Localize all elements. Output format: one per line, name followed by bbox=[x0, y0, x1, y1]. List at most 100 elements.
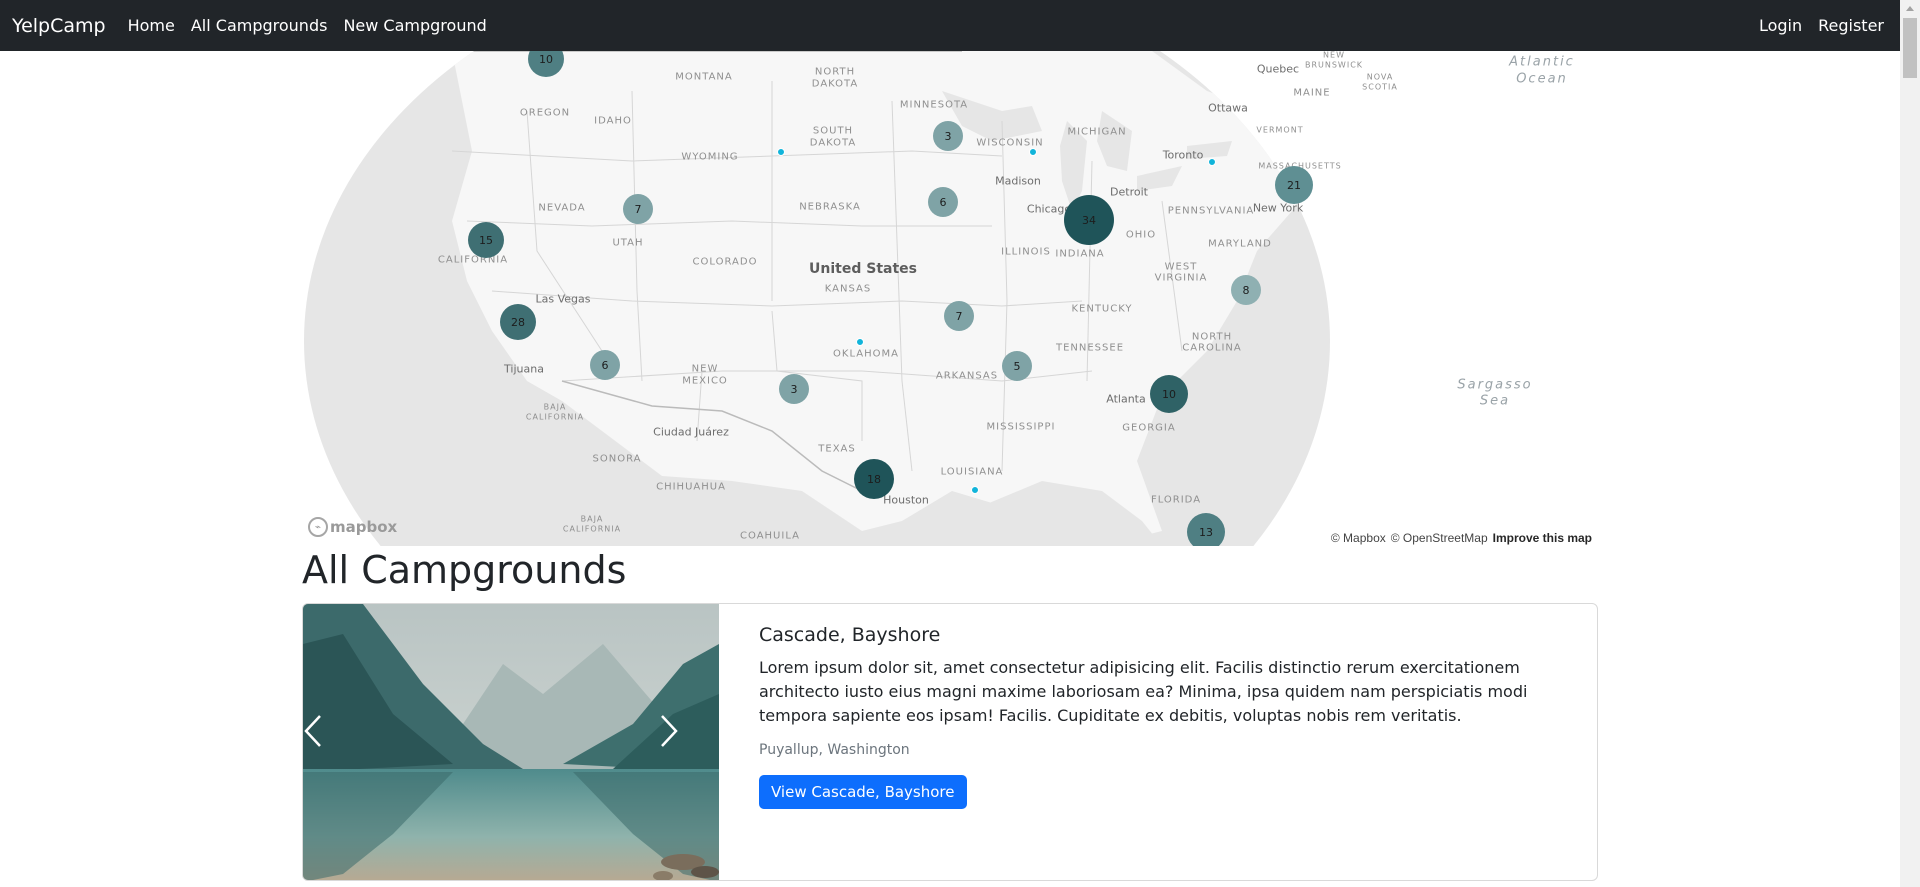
cluster-marker[interactable]: 28 bbox=[500, 304, 536, 340]
label-nova-scotia-1: NOVA bbox=[1366, 72, 1394, 82]
scroll-thumb[interactable] bbox=[1903, 18, 1917, 78]
mapbox-logo-text: mapbox bbox=[330, 518, 398, 536]
cluster-marker[interactable]: 3 bbox=[933, 121, 963, 151]
label-ottawa: Ottawa bbox=[1208, 101, 1248, 115]
label-nebraska: NEBRASKA bbox=[799, 201, 861, 213]
navbar: YelpCamp Home All Campgrounds New Campgr… bbox=[0, 0, 1900, 51]
brand-link[interactable]: YelpCamp bbox=[12, 15, 106, 37]
label-montana: MONTANA bbox=[675, 71, 733, 83]
view-campground-button[interactable]: View Cascade, Bayshore bbox=[759, 775, 967, 809]
label-wisconsin: WISCONSIN bbox=[976, 137, 1044, 149]
label-tennessee: TENNESSEE bbox=[1055, 342, 1125, 354]
label-kentucky: KENTUCKY bbox=[1071, 303, 1133, 315]
label-indiana: INDIANA bbox=[1055, 248, 1105, 260]
improve-map-link[interactable]: Improve this map bbox=[1493, 531, 1592, 545]
label-sonora: SONORA bbox=[592, 453, 642, 465]
label-pennsylvania: PENNSYLVANIA bbox=[1167, 205, 1255, 217]
campground-pin[interactable] bbox=[777, 148, 785, 156]
cluster-map[interactable]: MONTANA NORTH DAKOTA SOUTH DAKOTA MINNES… bbox=[302, 51, 1598, 546]
scroll-up-icon[interactable] bbox=[1900, 0, 1920, 17]
campground-title: Cascade, Bayshore bbox=[759, 624, 941, 646]
label-south-dakota-1: SOUTH bbox=[812, 125, 854, 137]
nav-login[interactable]: Login bbox=[1759, 16, 1802, 35]
label-georgia: GEORGIA bbox=[1122, 422, 1176, 434]
label-ohio: OHIO bbox=[1125, 229, 1157, 241]
label-oregon: OREGON bbox=[519, 107, 571, 119]
label-toronto: Toronto bbox=[1162, 148, 1204, 162]
label-maine: MAINE bbox=[1293, 87, 1331, 99]
campground-pin[interactable] bbox=[856, 338, 864, 346]
label-north-carolina-1: NORTH bbox=[1191, 331, 1233, 343]
nav-new-campground[interactable]: New Campground bbox=[343, 16, 486, 35]
label-nova-scotia-2: SCOTIA bbox=[1362, 82, 1398, 92]
label-united-states: United States bbox=[809, 261, 917, 277]
label-atlanta: Atlanta bbox=[1106, 392, 1146, 406]
label-new-mexico-1: NEW bbox=[691, 363, 719, 375]
label-florida: FLORIDA bbox=[1150, 494, 1202, 506]
label-idaho: IDAHO bbox=[594, 115, 632, 127]
chevron-left-icon bbox=[304, 715, 321, 747]
label-west-virginia-1: WEST bbox=[1164, 261, 1198, 273]
chevron-right-icon bbox=[661, 715, 678, 747]
page-scrollbar[interactable] bbox=[1900, 0, 1920, 887]
label-west-virginia-2: VIRGINIA bbox=[1154, 272, 1208, 284]
label-baja-sur-1: BAJA bbox=[580, 514, 604, 524]
label-north-carolina-2: CAROLINA bbox=[1182, 342, 1242, 354]
label-las-vegas: Las Vegas bbox=[535, 292, 591, 306]
cluster-marker[interactable]: 6 bbox=[590, 350, 620, 380]
label-vermont: VERMONT bbox=[1256, 125, 1304, 135]
nav-all-campgrounds[interactable]: All Campgrounds bbox=[191, 16, 328, 35]
nav-home[interactable]: Home bbox=[128, 16, 175, 35]
campground-description: Lorem ipsum dolor sit, amet consectetur … bbox=[759, 658, 1528, 725]
cluster-marker[interactable]: 8 bbox=[1231, 275, 1261, 305]
cluster-marker[interactable]: 5 bbox=[1002, 351, 1032, 381]
label-tijuana: Tijuana bbox=[504, 362, 544, 376]
label-louisiana: LOUISIANA bbox=[940, 466, 1004, 478]
campground-pin[interactable] bbox=[1208, 158, 1216, 166]
campground-image bbox=[303, 604, 719, 880]
label-sargasso-1: Sargasso bbox=[1457, 377, 1533, 393]
campground-card: Cascade, Bayshore Lorem ipsum dolor sit,… bbox=[302, 603, 1598, 881]
label-baja-1: BAJA bbox=[543, 402, 567, 412]
label-kansas: KANSAS bbox=[824, 283, 872, 295]
cluster-marker[interactable]: 10 bbox=[1150, 375, 1188, 413]
label-atlantic-2: Ocean bbox=[1516, 71, 1568, 87]
campground-pin[interactable] bbox=[971, 486, 979, 494]
cluster-marker[interactable]: 6 bbox=[928, 187, 958, 217]
label-wyoming: WYOMING bbox=[681, 151, 739, 163]
label-illinois: ILLINOIS bbox=[1001, 246, 1051, 258]
nav-register[interactable]: Register bbox=[1818, 16, 1884, 35]
cluster-marker[interactable]: 13 bbox=[1187, 513, 1225, 546]
label-atlantic-1: Atlantic bbox=[1509, 54, 1575, 70]
attribution-mapbox[interactable]: © Mapbox bbox=[1331, 531, 1386, 545]
label-baja-sur-2: CALIFORNIA bbox=[562, 524, 622, 534]
label-ciudad-juarez: Ciudad Juárez bbox=[653, 425, 729, 439]
cluster-marker[interactable]: 21 bbox=[1275, 166, 1313, 204]
image-carousel[interactable] bbox=[303, 604, 719, 880]
card-body: Cascade, Bayshore Lorem ipsum dolor sit,… bbox=[719, 604, 1597, 880]
label-new-mexico-2: MEXICO bbox=[682, 375, 728, 387]
mapbox-logo[interactable]: ⌁ mapbox bbox=[308, 517, 397, 537]
label-sargasso-2: Sea bbox=[1479, 393, 1511, 409]
carousel-prev-button[interactable] bbox=[303, 714, 363, 774]
cluster-marker[interactable]: 7 bbox=[623, 194, 653, 224]
label-new-brunswick-2: BRUNSWICK bbox=[1304, 60, 1364, 70]
cluster-marker[interactable]: 7 bbox=[944, 301, 974, 331]
label-utah: UTAH bbox=[612, 237, 644, 249]
label-baja-2: CALIFORNIA bbox=[525, 412, 585, 422]
cluster-marker[interactable]: 3 bbox=[779, 374, 809, 404]
label-california: CALIFORNIA bbox=[437, 254, 509, 266]
cluster-marker[interactable]: 34 bbox=[1064, 195, 1114, 245]
cluster-marker[interactable]: 15 bbox=[468, 222, 504, 258]
label-houston: Houston bbox=[883, 493, 929, 507]
nav-auth: Login Register bbox=[1751, 16, 1892, 35]
cluster-marker[interactable]: 18 bbox=[854, 459, 894, 499]
label-colorado: COLORADO bbox=[692, 256, 758, 268]
campground-location: Puyallup, Washington bbox=[759, 742, 910, 758]
mapbox-icon: ⌁ bbox=[308, 517, 328, 537]
label-coahuila: COAHUILA bbox=[740, 530, 800, 542]
attribution-osm[interactable]: © OpenStreetMap bbox=[1391, 531, 1488, 545]
label-north-dakota-1: NORTH bbox=[814, 66, 856, 78]
campground-pin[interactable] bbox=[1029, 148, 1037, 156]
carousel-next-button[interactable] bbox=[659, 714, 719, 774]
